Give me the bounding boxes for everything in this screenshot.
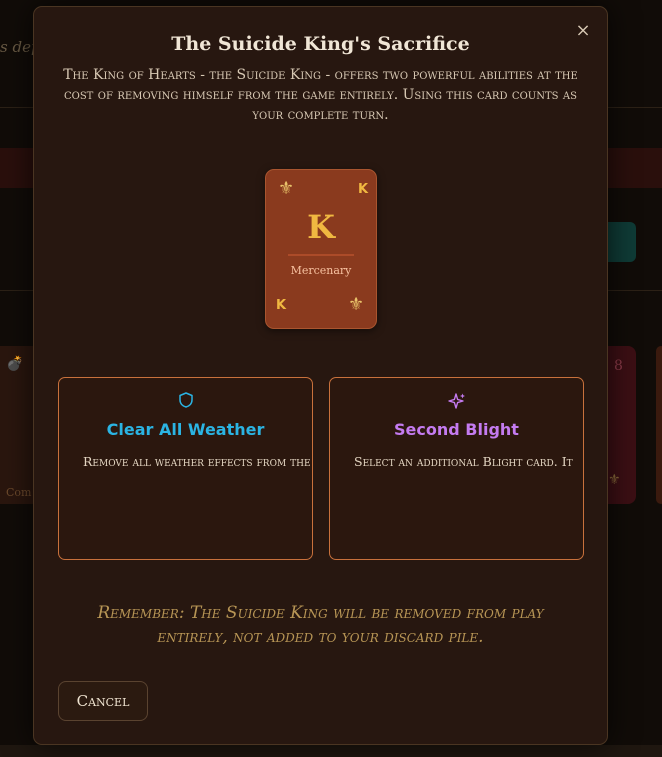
background-footer bbox=[0, 745, 662, 757]
fleur-de-lis-icon: ⚜ bbox=[348, 294, 365, 315]
background-card-number: 8 bbox=[614, 358, 623, 374]
sparkles-icon bbox=[330, 392, 583, 410]
cancel-button[interactable]: Cancel bbox=[58, 681, 148, 721]
card-type-label: Mercenary bbox=[290, 264, 352, 277]
fleur-de-lis-icon: ⚜ bbox=[608, 472, 621, 488]
shield-icon bbox=[59, 392, 312, 410]
card-rank: K bbox=[307, 208, 335, 246]
reminder-text: Remember: The Suicide King will be remov… bbox=[97, 603, 544, 647]
card-rank-corner: K bbox=[276, 298, 287, 313]
fleur-de-lis-icon: ⚜ bbox=[278, 178, 295, 199]
background-card-label: Com bbox=[6, 486, 32, 499]
bomb-icon: 💣 bbox=[6, 356, 24, 372]
suicide-king-card: ⚜ K K Mercenary K ⚜ bbox=[265, 169, 377, 329]
background-card-far-right bbox=[656, 346, 662, 504]
option-title: Clear All Weather bbox=[106, 420, 265, 439]
modal-title: The Suicide King's Sacrifice bbox=[171, 33, 470, 55]
sacrifice-modal: × The Suicide King's Sacrifice The King … bbox=[33, 6, 608, 745]
option-description: Select an additional Blight card. It bbox=[354, 454, 573, 469]
card-divider bbox=[288, 254, 354, 256]
card-rank-corner: K bbox=[358, 182, 369, 197]
option-description: Remove all weather effects from the batt… bbox=[83, 454, 312, 469]
modal-description: The King of Hearts - the Suicide King - … bbox=[63, 67, 578, 123]
clear-all-weather-option[interactable]: Clear All Weather Remove all weather eff… bbox=[58, 377, 313, 560]
second-blight-option[interactable]: Second Blight Select an additional Bligh… bbox=[329, 377, 584, 560]
option-title: Second Blight bbox=[394, 420, 519, 439]
